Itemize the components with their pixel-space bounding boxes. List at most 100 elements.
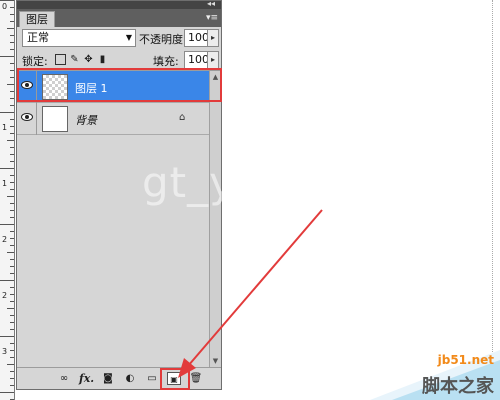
ruler-tick [10,91,14,92]
layer-name[interactable]: 背景 [75,112,97,128]
ruler-tick [10,245,14,246]
lock-brush-icon[interactable]: ✎ [69,54,80,65]
logo-name: 脚本之家 [422,376,494,397]
lock-label: 锁定: [22,55,48,68]
ruler-tick [10,119,14,120]
panel-tab-row: 图层 ▾≡ [17,9,221,27]
eye-icon [21,113,33,121]
ruler-tick [0,224,14,225]
fx-icon[interactable]: fx. [79,372,94,385]
vertical-ruler: 0 1 1 2 2 3 [0,0,15,400]
lock-icon: ⌂ [179,112,186,123]
ruler-tick [7,252,14,253]
ruler-tick [10,203,14,204]
ruler-tick [10,35,14,36]
watermark-text: gt_yanzi [142,158,326,207]
ruler-tick [10,210,14,211]
trash-icon[interactable]: 🗑 [189,372,203,385]
blend-opacity-row: 正常 ▼ 不透明度: 100% ▸ [17,27,221,49]
ruler-tick [7,364,14,365]
ruler-tick [10,322,14,323]
ruler-number: 1 [2,123,8,132]
opacity-label: 不透明度: [139,33,187,46]
ruler-number: 2 [2,291,8,300]
ruler-tick [10,42,14,43]
ruler-tick [10,63,14,64]
blend-mode-value: 正常 [27,31,49,44]
ruler-tick [10,378,14,379]
ruler-tick [10,7,14,8]
ruler-tick [0,168,14,169]
ruler-tick [10,49,14,50]
ruler-tick [10,175,14,176]
chevron-down-icon: ▼ [125,33,132,42]
link-icon[interactable]: ∞ [57,372,71,385]
ruler-tick [10,266,14,267]
ruler-tick [10,385,14,386]
adjustment-icon[interactable]: ◐ [123,372,137,385]
ruler-tick [10,126,14,127]
ruler-tick [10,294,14,295]
visibility-toggle[interactable] [17,103,37,135]
panel-title-bar[interactable]: ◂◂ [17,0,221,9]
ruler-tick [7,196,14,197]
ruler-tick [10,350,14,351]
ruler-tick [10,105,14,106]
fill-label: 填充: [153,55,179,68]
scroll-down-arrow-icon[interactable]: ▼ [210,355,221,367]
layer-row[interactable]: 背景 ⌂ [17,103,209,135]
ruler-tick [10,182,14,183]
ruler-tick [0,280,14,281]
ruler-tick [10,21,14,22]
layers-list: 图层 1 背景 ⌂ ▲ ▼ [17,71,221,367]
ruler-tick [0,336,14,337]
ruler-tick [0,0,14,1]
lock-position-icon[interactable]: ✥ [83,54,94,65]
tab-layers[interactable]: 图层 [19,11,55,27]
ruler-tick [10,343,14,344]
ruler-tick [7,84,14,85]
ruler-tick [7,28,14,29]
ruler-tick [10,231,14,232]
blend-mode-select[interactable]: 正常 ▼ [22,29,136,47]
ruler-tick [10,315,14,316]
ruler-tick [0,112,14,113]
ruler-tick [10,287,14,288]
collapse-panel-button[interactable]: ◂◂ [207,0,215,9]
ruler-number: 2 [2,235,8,244]
ruler-tick [10,329,14,330]
layers-scrollbar[interactable]: ▲ ▼ [209,71,221,367]
layers-bottom-toolbar: ∞ fx. ◙ ◐ ▭ ▣ 🗑 [17,367,221,389]
ruler-tick [10,301,14,302]
ruler-tick [10,189,14,190]
ruler-tick [10,14,14,15]
lock-transparent-icon[interactable] [55,54,66,65]
ruler-tick [10,70,14,71]
ruler-number: 1 [2,179,8,188]
panel-menu-icon[interactable]: ▾≡ [206,12,218,24]
ruler-tick [0,56,14,57]
ruler-tick [10,98,14,99]
ruler-tick [10,259,14,260]
ruler-tick [10,161,14,162]
ruler-tick [10,133,14,134]
fill-slider-button[interactable]: ▸ [207,51,219,69]
ruler-tick [10,357,14,358]
group-folder-icon[interactable]: ▭ [145,372,159,385]
ruler-number: 3 [2,347,8,356]
ruler-tick [0,392,14,393]
ruler-tick [7,140,14,141]
site-logo: jb51.net 脚本之家 [370,350,500,400]
layer-thumbnail [42,106,68,132]
mask-icon[interactable]: ◙ [101,372,115,385]
layer-highlight-box [17,68,222,102]
ruler-tick [7,308,14,309]
canvas-edge [492,0,493,400]
ruler-tick [10,371,14,372]
ruler-tick [10,77,14,78]
opacity-slider-button[interactable]: ▸ [207,29,219,47]
ruler-tick [10,147,14,148]
lock-all-icon[interactable]: ▮ [97,54,108,65]
ruler-number: 0 [2,2,8,11]
new-layer-highlight-box [160,368,190,390]
